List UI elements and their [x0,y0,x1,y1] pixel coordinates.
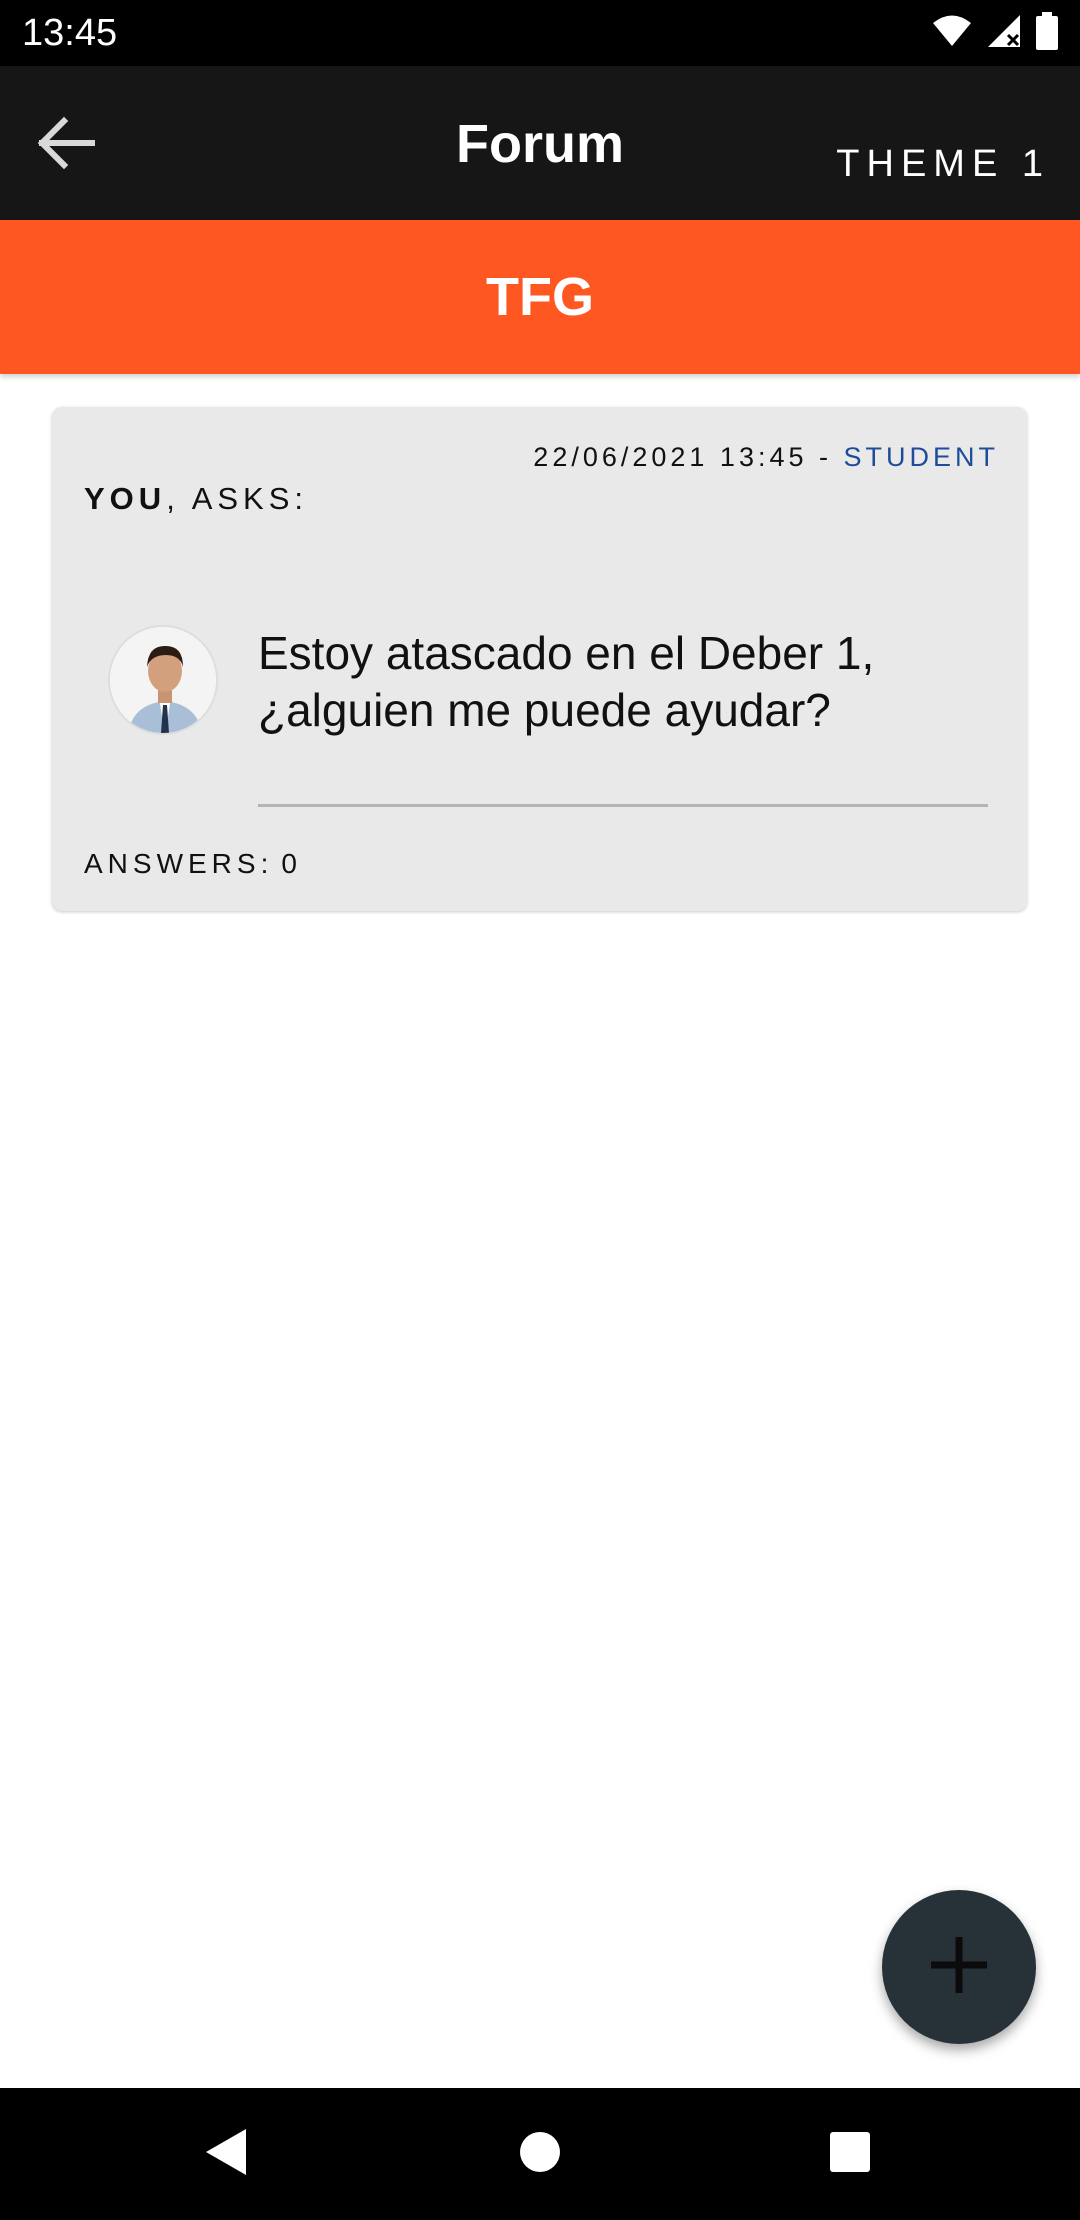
forum-post-card[interactable]: 22/06/2021 13:45 - STUDENT YOU, ASKS: Es… [52,407,1027,911]
post-author-line: YOU, ASKS: [84,481,308,517]
arrow-left-icon [34,115,96,176]
plus-icon [927,1933,991,2002]
post-meta: 22/06/2021 13:45 - STUDENT [533,441,999,473]
back-triangle-icon [204,2127,248,2182]
post-datetime: 22/06/2021 13:45 [533,442,808,472]
add-post-button[interactable] [882,1890,1036,2044]
meta-separator: - [807,442,844,472]
post-action: , ASKS: [166,481,309,516]
answers-count: ANSWERS: 0 [84,847,302,881]
answers-label: ANSWERS: [84,848,274,879]
nav-recents-button[interactable] [810,2114,890,2194]
nav-home-button[interactable] [500,2114,580,2194]
status-icons [932,11,1058,55]
avatar [108,625,218,735]
home-circle-icon [518,2130,562,2179]
post-author: YOU [84,481,167,516]
recents-square-icon [828,2130,872,2179]
system-nav-bar [0,2088,1080,2220]
theme-button[interactable]: THEME 1 [836,142,1050,186]
battery-icon [1036,11,1058,55]
nav-back-button[interactable] [186,2114,266,2194]
status-time: 13:45 [22,12,118,54]
post-author-role: STUDENT [843,442,999,472]
back-button[interactable] [30,110,100,180]
post-divider [258,804,988,807]
wifi-icon [932,14,972,53]
app-bar: Forum THEME 1 [0,66,1080,220]
answers-value: 0 [281,848,302,879]
post-body: Estoy atascado en el Deber 1, ¿alguien m… [258,627,875,736]
course-banner: TFG [0,220,1080,374]
status-bar: 13:45 [0,0,1080,66]
cell-signal-icon [986,13,1022,54]
